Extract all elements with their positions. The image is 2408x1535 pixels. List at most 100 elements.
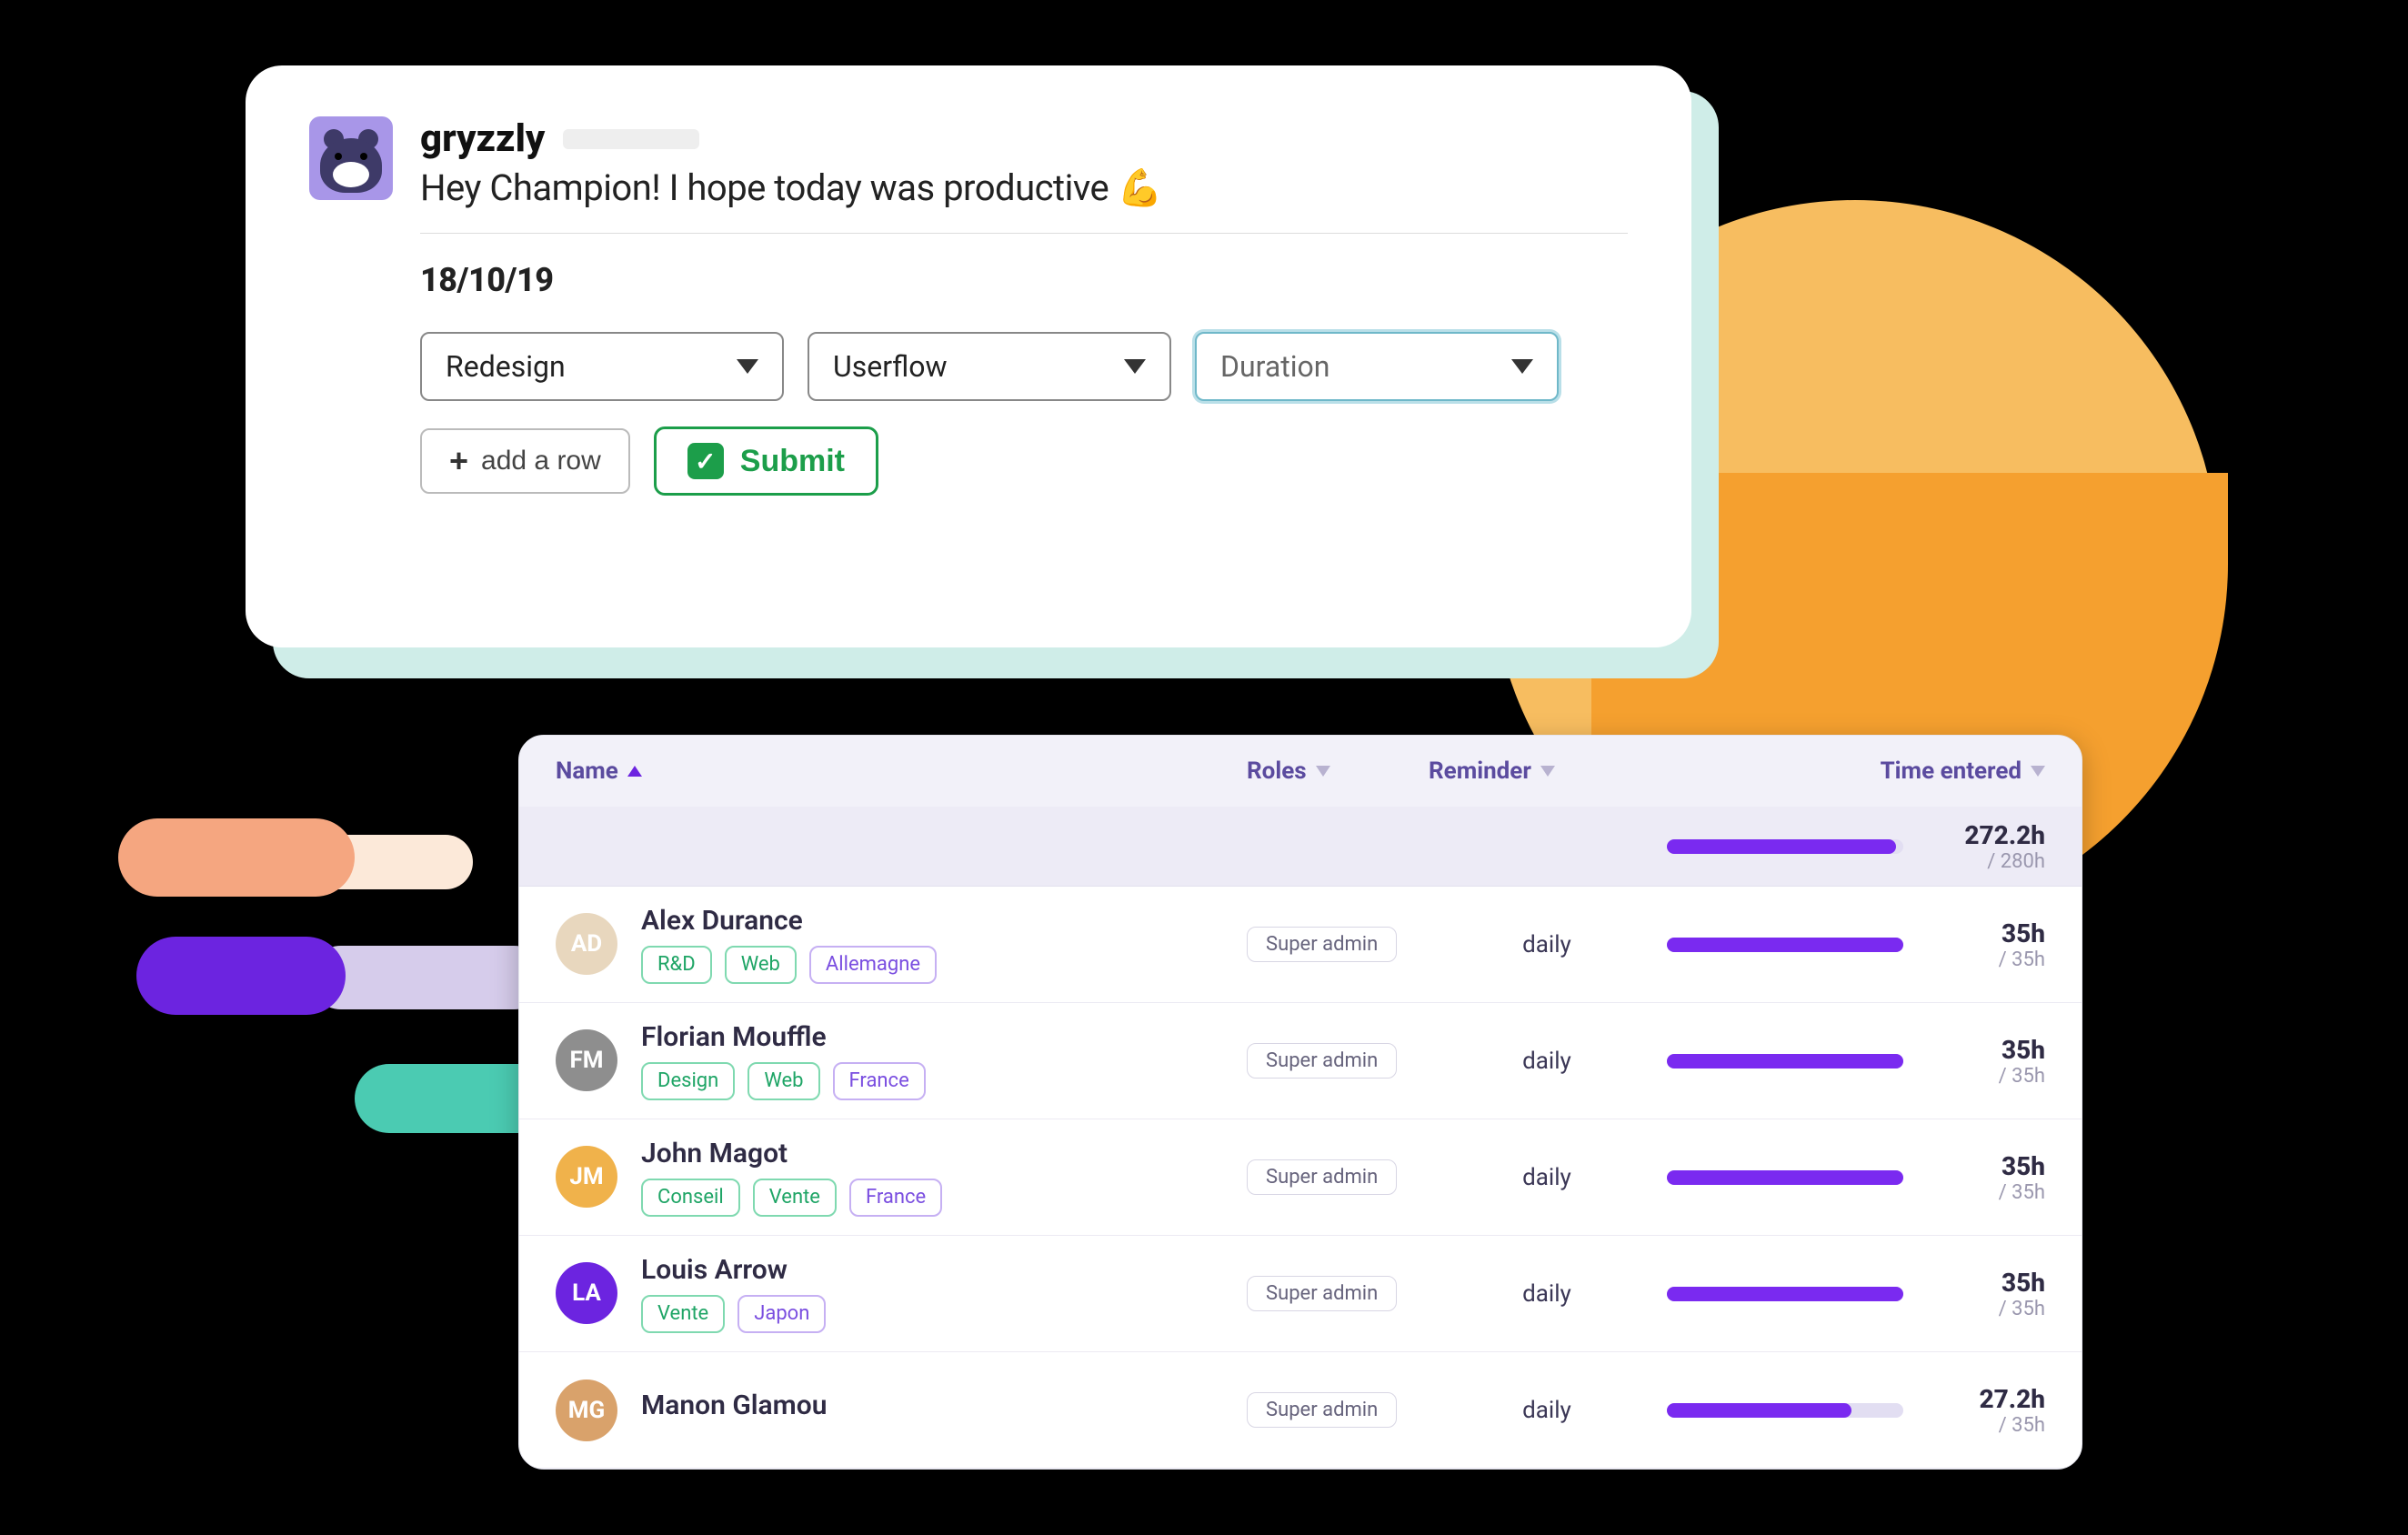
row-progress-fill xyxy=(1667,1170,1903,1185)
user-tags: Vente Japon xyxy=(641,1295,826,1334)
role-chip: Super admin xyxy=(1247,927,1397,962)
row-progress-fill xyxy=(1667,938,1903,952)
filter-icon xyxy=(1316,766,1330,777)
filter-icon xyxy=(2031,766,2045,777)
table-header: Name Roles Reminder Time entered xyxy=(519,736,2082,807)
column-header-name-label: Name xyxy=(556,757,618,785)
row-time-total: / 35h xyxy=(1927,1181,2045,1204)
project-select-value: Redesign xyxy=(446,349,566,384)
app-avatar-icon xyxy=(309,116,393,200)
reminder-value: daily xyxy=(1429,1280,1665,1308)
row-progress-fill xyxy=(1667,1054,1903,1068)
user-tags: Design Web France xyxy=(641,1062,926,1101)
user-tag: France xyxy=(833,1062,926,1101)
reminder-value: daily xyxy=(1429,1397,1665,1424)
table-row[interactable]: FM Florian Mouffle Design Web France Super ad… xyxy=(519,1003,2082,1119)
chevron-down-icon xyxy=(1511,359,1533,374)
submit-label: Submit xyxy=(740,444,845,479)
table-row[interactable]: JM John Magot Conseil Vente France Super admi… xyxy=(519,1119,2082,1236)
avatar: MG xyxy=(556,1379,617,1441)
avatar: LA xyxy=(556,1262,617,1324)
avatar: FM xyxy=(556,1029,617,1091)
role-chip: Super admin xyxy=(1247,1043,1397,1079)
user-tag: Vente xyxy=(641,1295,725,1334)
role-chip: Super admin xyxy=(1247,1159,1397,1195)
user-name: Alex Durance xyxy=(641,905,937,937)
row-time-total: / 35h xyxy=(1927,1298,2045,1320)
role-chip: Super admin xyxy=(1247,1276,1397,1311)
user-tags: R&D Web Allemagne xyxy=(641,946,937,985)
row-time-entered: 35h xyxy=(1927,1268,2045,1298)
row-time-total: / 35h xyxy=(1927,1065,2045,1088)
filter-icon xyxy=(1540,766,1555,777)
table-row[interactable]: AD Alex Durance R&D Web Allemagne Super admin… xyxy=(519,887,2082,1003)
add-row-label: add a row xyxy=(481,446,601,477)
summary-time-total: / 280h xyxy=(1927,850,2045,873)
row-time-entered: 27.2h xyxy=(1927,1384,2045,1414)
reminder-value: daily xyxy=(1429,931,1665,958)
column-header-time[interactable]: Time entered xyxy=(1665,757,2045,785)
summary-time-entered: 272.2h xyxy=(1927,820,2045,850)
user-tag: Web xyxy=(725,946,797,985)
column-header-time-label: Time entered xyxy=(1881,757,2022,785)
user-name: Louis Arrow xyxy=(641,1254,826,1286)
user-tag: France xyxy=(849,1179,942,1218)
greeting-text: Hey Champion! I hope today was productiv… xyxy=(420,166,1162,209)
plus-icon: + xyxy=(449,445,468,477)
role-chip: Super admin xyxy=(1247,1392,1397,1428)
reminder-value: daily xyxy=(1429,1048,1665,1075)
add-row-button[interactable]: + add a row xyxy=(420,428,630,494)
avatar: AD xyxy=(556,913,617,975)
user-tag: Japon xyxy=(737,1295,826,1334)
summary-progress-bar xyxy=(1667,839,1903,854)
reminder-value: daily xyxy=(1429,1164,1665,1191)
user-name: Florian Mouffle xyxy=(641,1021,926,1053)
row-progress-fill xyxy=(1667,1287,1903,1301)
user-tags: Conseil Vente France xyxy=(641,1179,942,1218)
avatar: JM xyxy=(556,1146,617,1208)
column-header-reminder[interactable]: Reminder xyxy=(1429,757,1665,785)
row-time-entered: 35h xyxy=(1927,1151,2045,1181)
row-progress-bar xyxy=(1667,1287,1903,1301)
app-badge-placeholder xyxy=(563,129,699,149)
decor-pill-peach xyxy=(118,818,355,897)
duration-select-placeholder: Duration xyxy=(1220,349,1329,384)
user-tag: Allemagne xyxy=(809,946,937,985)
row-progress-bar xyxy=(1667,1403,1903,1418)
user-tag: Design xyxy=(641,1062,735,1101)
user-tag: Vente xyxy=(753,1179,837,1218)
check-icon: ✓ xyxy=(687,443,724,479)
duration-select[interactable]: Duration xyxy=(1195,332,1559,401)
summary-row: 272.2h / 280h xyxy=(519,807,2082,887)
column-header-reminder-label: Reminder xyxy=(1429,757,1531,785)
user-tag: Web xyxy=(747,1062,819,1101)
user-name: John Magot xyxy=(641,1138,942,1169)
user-name: Manon Glamou xyxy=(641,1390,827,1421)
chevron-down-icon xyxy=(1124,359,1146,374)
row-time-entered: 35h xyxy=(1927,1035,2045,1065)
column-header-roles[interactable]: Roles xyxy=(1247,757,1429,785)
chevron-down-icon xyxy=(737,359,758,374)
table-row[interactable]: MG Manon Glamou Super admin daily 27.2h/ 35h xyxy=(519,1352,2082,1469)
task-select[interactable]: Userflow xyxy=(808,332,1171,401)
row-time-total: / 35h xyxy=(1927,948,2045,971)
row-progress-bar xyxy=(1667,1054,1903,1068)
user-tag: Conseil xyxy=(641,1179,740,1218)
slack-message-card: gryzzly Hey Champion! I hope today was p… xyxy=(246,65,1691,647)
row-progress-fill xyxy=(1667,1403,1851,1418)
entry-date: 18/10/19 xyxy=(420,261,1628,299)
divider xyxy=(420,233,1628,234)
row-progress-bar xyxy=(1667,938,1903,952)
row-time-entered: 35h xyxy=(1927,918,2045,948)
summary-progress-fill xyxy=(1667,839,1896,854)
submit-button[interactable]: ✓ Submit xyxy=(654,426,878,496)
row-progress-bar xyxy=(1667,1170,1903,1185)
column-header-roles-label: Roles xyxy=(1247,757,1307,785)
row-time-total: / 35h xyxy=(1927,1414,2045,1437)
project-select[interactable]: Redesign xyxy=(420,332,784,401)
app-name: gryzzly xyxy=(420,116,545,161)
column-header-name[interactable]: Name xyxy=(556,757,1247,785)
sort-asc-icon xyxy=(627,766,642,777)
table-row[interactable]: LA Louis Arrow Vente Japon Super admin daily 3… xyxy=(519,1236,2082,1352)
user-tag: R&D xyxy=(641,946,712,985)
